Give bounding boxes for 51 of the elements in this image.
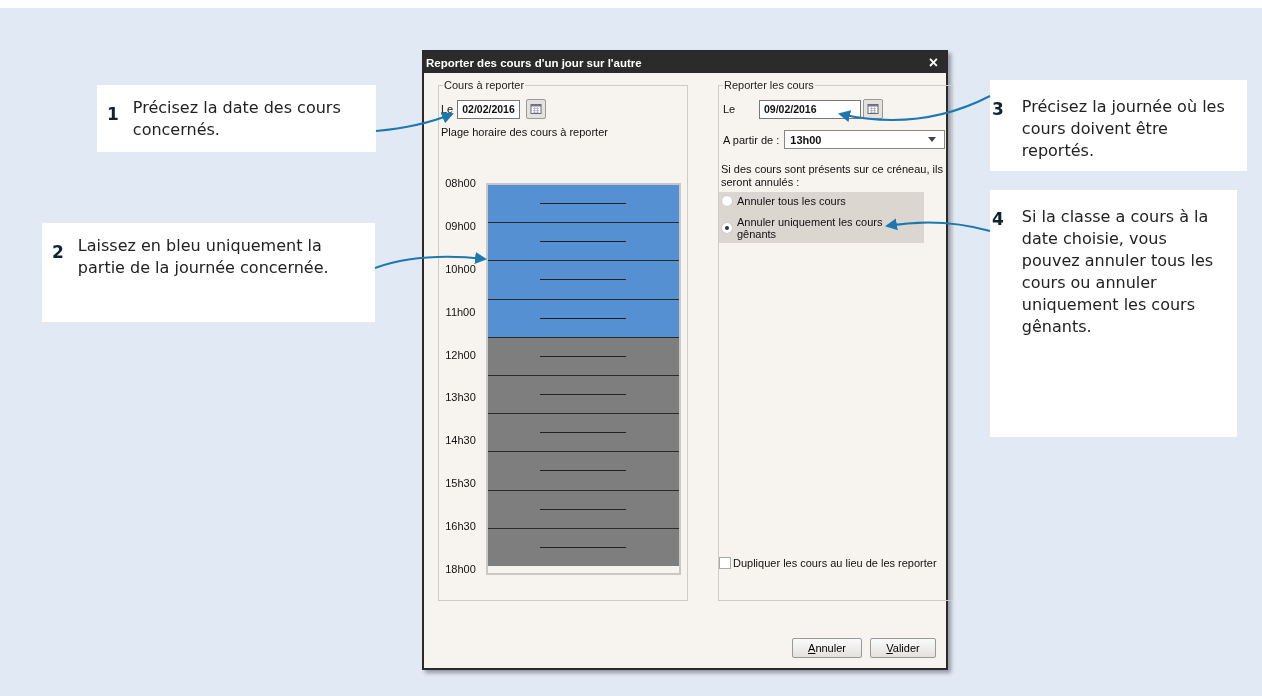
time-slot[interactable] xyxy=(487,452,679,491)
time-label: 12h00 xyxy=(445,348,476,361)
radio-button[interactable] xyxy=(721,222,733,234)
time-label: 10h00 xyxy=(445,262,476,275)
close-button[interactable]: × xyxy=(928,53,938,72)
time-label: 18h00 xyxy=(445,562,476,575)
calendar-icon xyxy=(529,103,542,115)
calendar-button[interactable] xyxy=(525,99,546,119)
time-label: 13h30 xyxy=(445,391,476,404)
time-slot[interactable] xyxy=(487,375,679,415)
time-label: 14h30 xyxy=(445,434,476,447)
from-label: A partir de : xyxy=(723,133,780,146)
range-label: Plage horaire des cours à reporter xyxy=(441,126,609,138)
dialog-button[interactable]: Valider xyxy=(870,638,936,658)
time-slot[interactable] xyxy=(487,414,679,453)
step-number: 1 xyxy=(107,103,119,126)
group-legend: Reporter les cours xyxy=(723,79,815,91)
time-slot[interactable] xyxy=(487,223,679,262)
time-slot[interactable] xyxy=(487,528,679,566)
time-dropdown[interactable]: 13h00 xyxy=(784,130,946,149)
dialog-button[interactable]: Annuler xyxy=(792,638,862,658)
time-label: 09h00 xyxy=(445,219,476,232)
info-text: Si des cours sont présents sur ce créneau, ils seront annulés : xyxy=(720,163,944,189)
time-label: 16h30 xyxy=(445,520,476,532)
caret-icon xyxy=(928,137,937,142)
time-label: 15h30 xyxy=(445,477,476,490)
checkbox[interactable] xyxy=(719,557,731,569)
window-title: Reporter des cours d'un jour sur l'autre xyxy=(426,56,642,69)
callout-text: Laissez en bleu uniquement la partie de la journée concernée. xyxy=(77,235,330,279)
time-slot[interactable] xyxy=(487,299,679,338)
calendar-icon xyxy=(867,103,879,115)
radio-button[interactable] xyxy=(721,195,733,207)
date-field[interactable]: 02/02/2016 xyxy=(457,99,520,119)
step-number: 2 xyxy=(52,241,64,264)
group-legend: Cours à reporter xyxy=(443,79,526,91)
time-slot[interactable] xyxy=(487,337,679,376)
time-slot[interactable] xyxy=(487,261,679,300)
step-number: 3 xyxy=(992,98,1004,121)
option-label: Annuler uniquement les cours gênants xyxy=(736,216,884,240)
calendar-button[interactable] xyxy=(863,99,883,119)
time-slot[interactable] xyxy=(487,185,679,224)
time-label: 11h00 xyxy=(445,305,476,318)
callout-text: Précisez la date des cours concernés. xyxy=(132,97,342,141)
checkbox-label: Dupliquer les cours au lieu de les reporter xyxy=(733,557,937,569)
date-label: Le xyxy=(441,103,454,115)
time-label: 08h00 xyxy=(445,177,476,189)
date-label: Le xyxy=(722,103,737,115)
time-slot[interactable] xyxy=(487,490,679,529)
step-number: 4 xyxy=(992,208,1004,231)
option-label: Annuler tous les cours xyxy=(737,195,846,207)
date-field[interactable]: 09/02/2016 xyxy=(759,99,861,119)
